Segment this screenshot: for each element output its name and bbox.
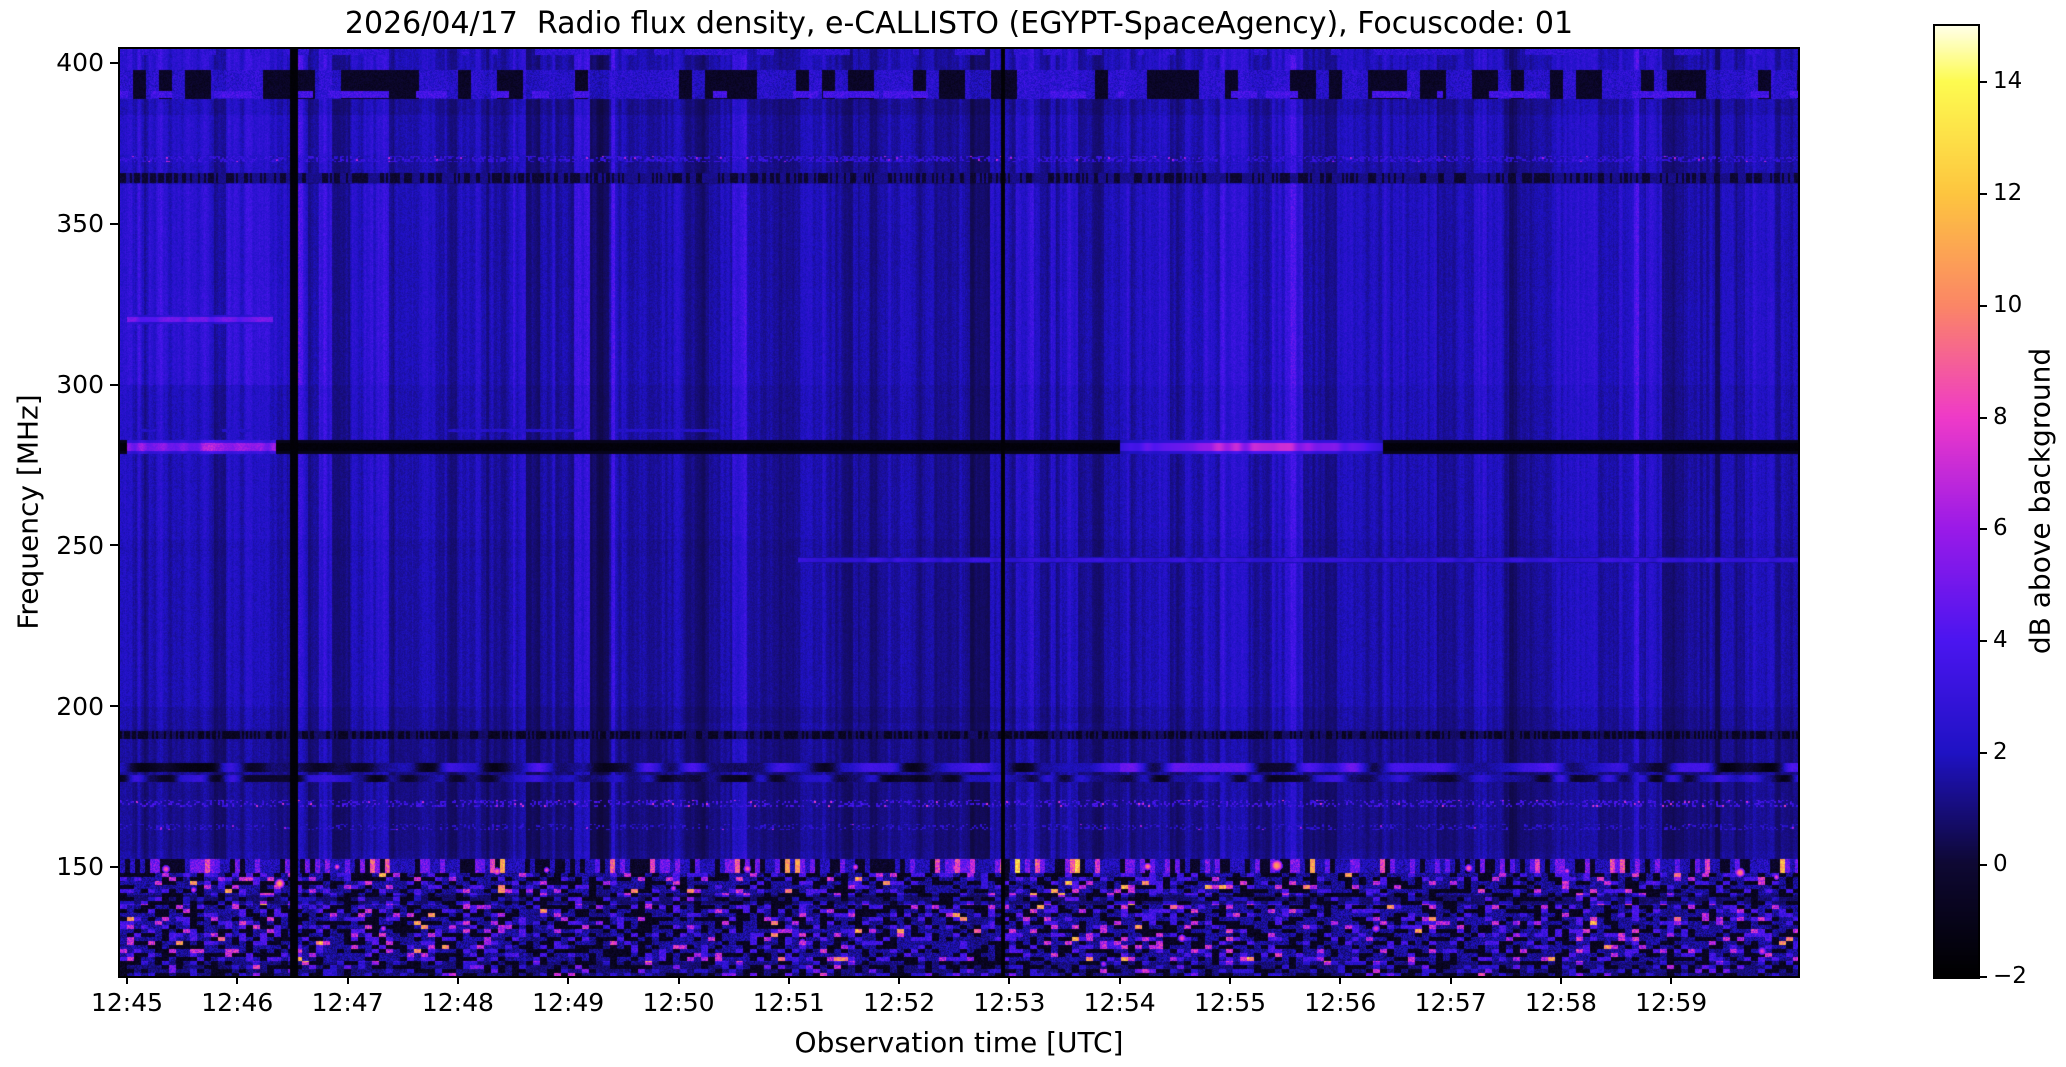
x-tick-mark [1449, 976, 1452, 984]
x-tick-label: 12:55 [1193, 988, 1267, 1017]
x-axis-label: Observation time [UTC] [794, 1026, 1124, 1059]
x-tick-label: 12:56 [1304, 988, 1377, 1017]
x-tick-mark [787, 976, 790, 984]
colorbar-frame [1933, 24, 1980, 979]
colorbar-tick-label: 4 [1993, 627, 2008, 654]
callisto-spectrogram-figure: 2026/04/17 Radio flux density, e-CALLIST… [0, 0, 2066, 1067]
colorbar-tick-label: 10 [1993, 291, 2023, 318]
x-tick-mark [346, 976, 349, 984]
chart-title: 2026/04/17 Radio flux density, e-CALLIST… [344, 6, 1574, 41]
x-tick-label: 12:50 [642, 988, 715, 1017]
x-tick-label: 12:48 [421, 988, 494, 1017]
x-tick-label: 12:58 [1524, 988, 1597, 1017]
y-tick-label: 150 [56, 852, 104, 882]
x-tick-mark [1008, 976, 1011, 984]
x-tick-label: 12:59 [1635, 988, 1708, 1017]
x-tick-mark [1559, 976, 1562, 984]
x-tick-label: 12:51 [752, 988, 825, 1017]
y-tick-label: 350 [56, 209, 104, 239]
colorbar-tick-label: 12 [1993, 179, 2023, 206]
x-tick-mark [1670, 976, 1673, 984]
x-tick-mark [236, 976, 239, 984]
plot-frame [118, 47, 1800, 978]
colorbar-tick-label: 2 [1993, 739, 2008, 766]
colorbar-tick-mark [1980, 976, 1987, 978]
colorbar-tick-mark [1980, 192, 1987, 195]
x-tick-mark [126, 976, 128, 984]
x-tick-label: 12:45 [90, 988, 164, 1017]
x-tick-label: 12:49 [532, 988, 605, 1017]
colorbar-tick-mark [1980, 752, 1987, 755]
y-tick-mark [110, 222, 118, 225]
colorbar-tick-mark [1980, 864, 1987, 867]
colorbar-tick-mark [1980, 416, 1987, 419]
y-tick-mark [110, 865, 118, 868]
colorbar-tick-label: −2 [1993, 963, 2027, 989]
colorbar-tick-label: 6 [1993, 515, 2008, 542]
x-tick-mark [1118, 976, 1121, 984]
colorbar-tick-label: 0 [1993, 851, 2008, 878]
x-tick-mark [456, 976, 459, 984]
colorbar-tick-mark [1980, 304, 1987, 307]
colorbar-tick-mark [1980, 640, 1987, 643]
x-tick-label: 12:52 [863, 988, 936, 1017]
x-tick-label: 12:47 [311, 988, 384, 1017]
x-tick-label: 12:53 [973, 988, 1046, 1017]
y-tick-mark [110, 544, 118, 547]
x-tick-mark [567, 976, 570, 984]
colorbar-tick-mark [1980, 80, 1987, 83]
x-tick-mark [1229, 976, 1231, 984]
y-tick-label: 400 [56, 48, 104, 78]
colorbar-tick-label: 8 [1993, 403, 2008, 430]
x-tick-label: 12:46 [201, 988, 274, 1017]
y-axis-label: Frequency [MHz] [11, 394, 45, 630]
x-tick-mark [1339, 976, 1342, 984]
x-tick-label: 12:57 [1414, 988, 1487, 1017]
y-tick-label: 200 [56, 691, 104, 721]
x-tick-mark [677, 976, 680, 984]
y-tick-mark [110, 383, 118, 386]
x-tick-label: 12:54 [1083, 988, 1156, 1017]
x-tick-mark [898, 976, 901, 984]
colorbar-label: dB above background [2023, 347, 2057, 655]
colorbar-tick-mark [1980, 528, 1987, 531]
y-tick-mark [110, 705, 118, 708]
y-tick-mark [110, 61, 118, 64]
colorbar-tick-label: 14 [1993, 67, 2023, 94]
